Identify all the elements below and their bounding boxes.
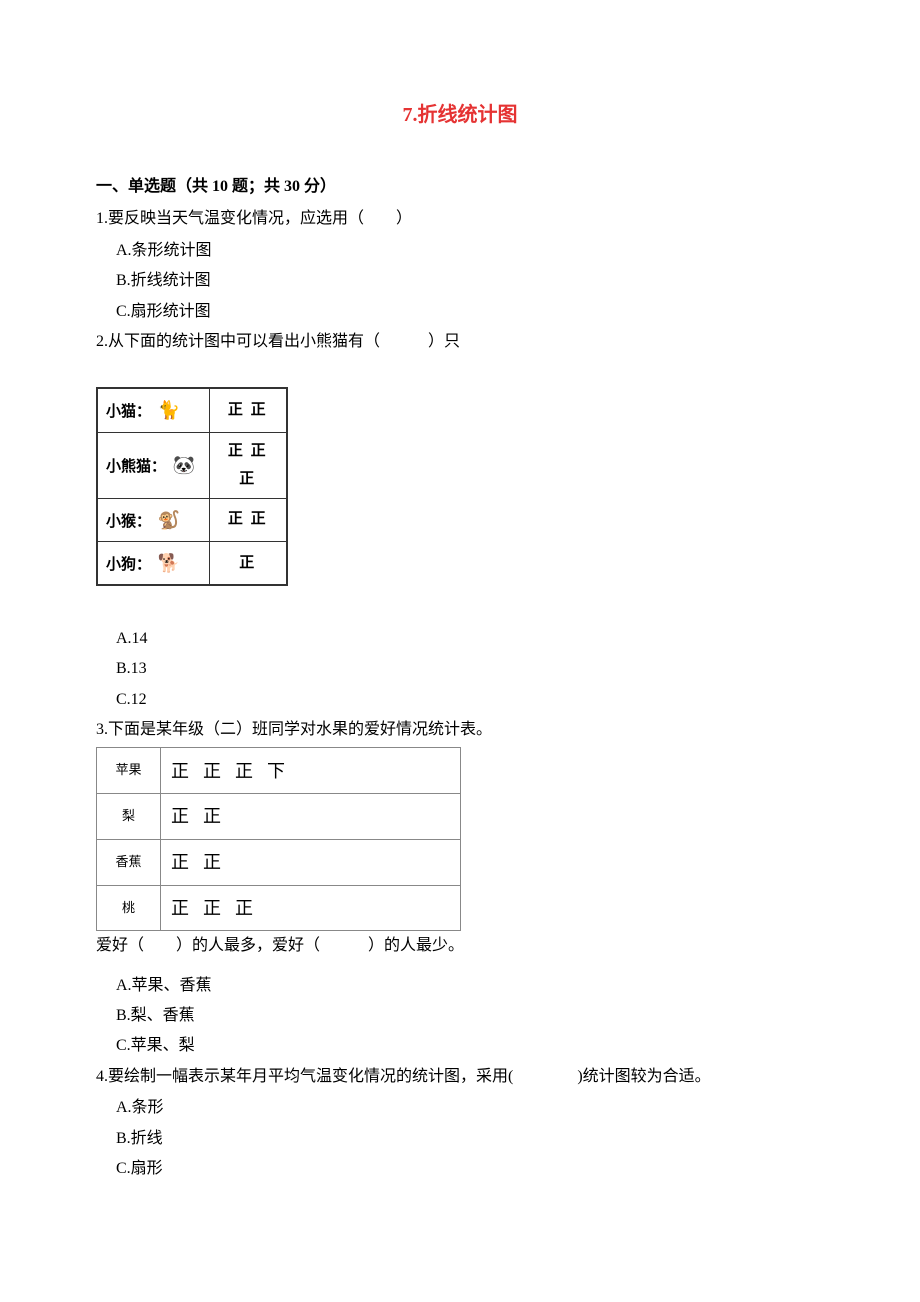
monkey-icon: 🐒 — [158, 503, 180, 537]
page-title: 7.折线统计图 — [96, 96, 824, 134]
animals-tally-table: 小猫： 🐈 正 正 小熊猫： 🐼 正 正 正 小猴： 🐒 正 正 小狗： 🐕 正 — [96, 387, 288, 586]
q3-option-b: B.梨、香蕉 — [96, 1001, 824, 1031]
table-row: 苹果 正正正下 — [97, 748, 461, 794]
q3-option-c: C.苹果、梨 — [96, 1031, 824, 1061]
tally-value: 正正 — [161, 794, 461, 840]
section-header: 一、单选题（共 10 题；共 30 分） — [96, 172, 824, 202]
cat-icon: 🐈 — [158, 393, 180, 427]
fruit-tally-table: 苹果 正正正下 梨 正正 香蕉 正正 桃 正正正 — [96, 747, 461, 931]
question-4-stem: 4.要绘制一幅表示某年月平均气温变化情况的统计图，采用( )统计图较为合适。 — [96, 1062, 824, 1092]
tally-value: 正 正 — [209, 388, 287, 432]
q4-option-c: C.扇形 — [96, 1154, 824, 1184]
tally-value: 正正正下 — [161, 748, 461, 794]
q2-option-b: B.13 — [96, 654, 824, 684]
row-label: 桃 — [97, 885, 161, 931]
table-row: 小猴： 🐒 正 正 — [97, 498, 287, 541]
q2-option-c: C.12 — [96, 685, 824, 715]
q1-option-a: A.条形统计图 — [96, 236, 824, 266]
question-3-stem: 3.下面是某年级（二）班同学对水果的爱好情况统计表。 — [96, 715, 824, 745]
question-1-stem: 1.要反映当天气温变化情况，应选用（ ） — [96, 204, 824, 234]
tally-value: 正 — [209, 541, 287, 585]
table-row: 梨 正正 — [97, 794, 461, 840]
q4-option-a: A.条形 — [96, 1093, 824, 1123]
table-row: 香蕉 正正 — [97, 839, 461, 885]
tally-value: 正正正 — [161, 885, 461, 931]
table-row: 小熊猫： 🐼 正 正 正 — [97, 432, 287, 498]
panda-icon: 🐼 — [173, 448, 195, 482]
question-2-stem: 2.从下面的统计图中可以看出小熊猫有（ ）只 — [96, 327, 824, 357]
q4-option-b: B.折线 — [96, 1124, 824, 1154]
table-row: 小狗： 🐕 正 — [97, 541, 287, 585]
row-label: 小熊猫： — [106, 459, 166, 475]
table-row: 桃 正正正 — [97, 885, 461, 931]
dog-icon: 🐕 — [158, 546, 180, 580]
row-label: 小狗： — [106, 557, 151, 573]
row-label: 香蕉 — [97, 839, 161, 885]
row-label: 小猫： — [106, 404, 151, 420]
row-label: 梨 — [97, 794, 161, 840]
table-row: 小猫： 🐈 正 正 — [97, 388, 287, 432]
tally-value: 正正 — [161, 839, 461, 885]
q1-option-c: C.扇形统计图 — [96, 297, 824, 327]
row-label: 小猴： — [106, 514, 151, 530]
question-3-followup: 爱好（ ）的人最多，爱好（ ）的人最少。 — [96, 931, 824, 961]
q3-option-a: A.苹果、香蕉 — [96, 971, 824, 1001]
tally-value: 正 正 正 — [209, 432, 287, 498]
row-label: 苹果 — [97, 748, 161, 794]
tally-value: 正 正 — [209, 498, 287, 541]
q2-option-a: A.14 — [96, 624, 824, 654]
q1-option-b: B.折线统计图 — [96, 266, 824, 296]
